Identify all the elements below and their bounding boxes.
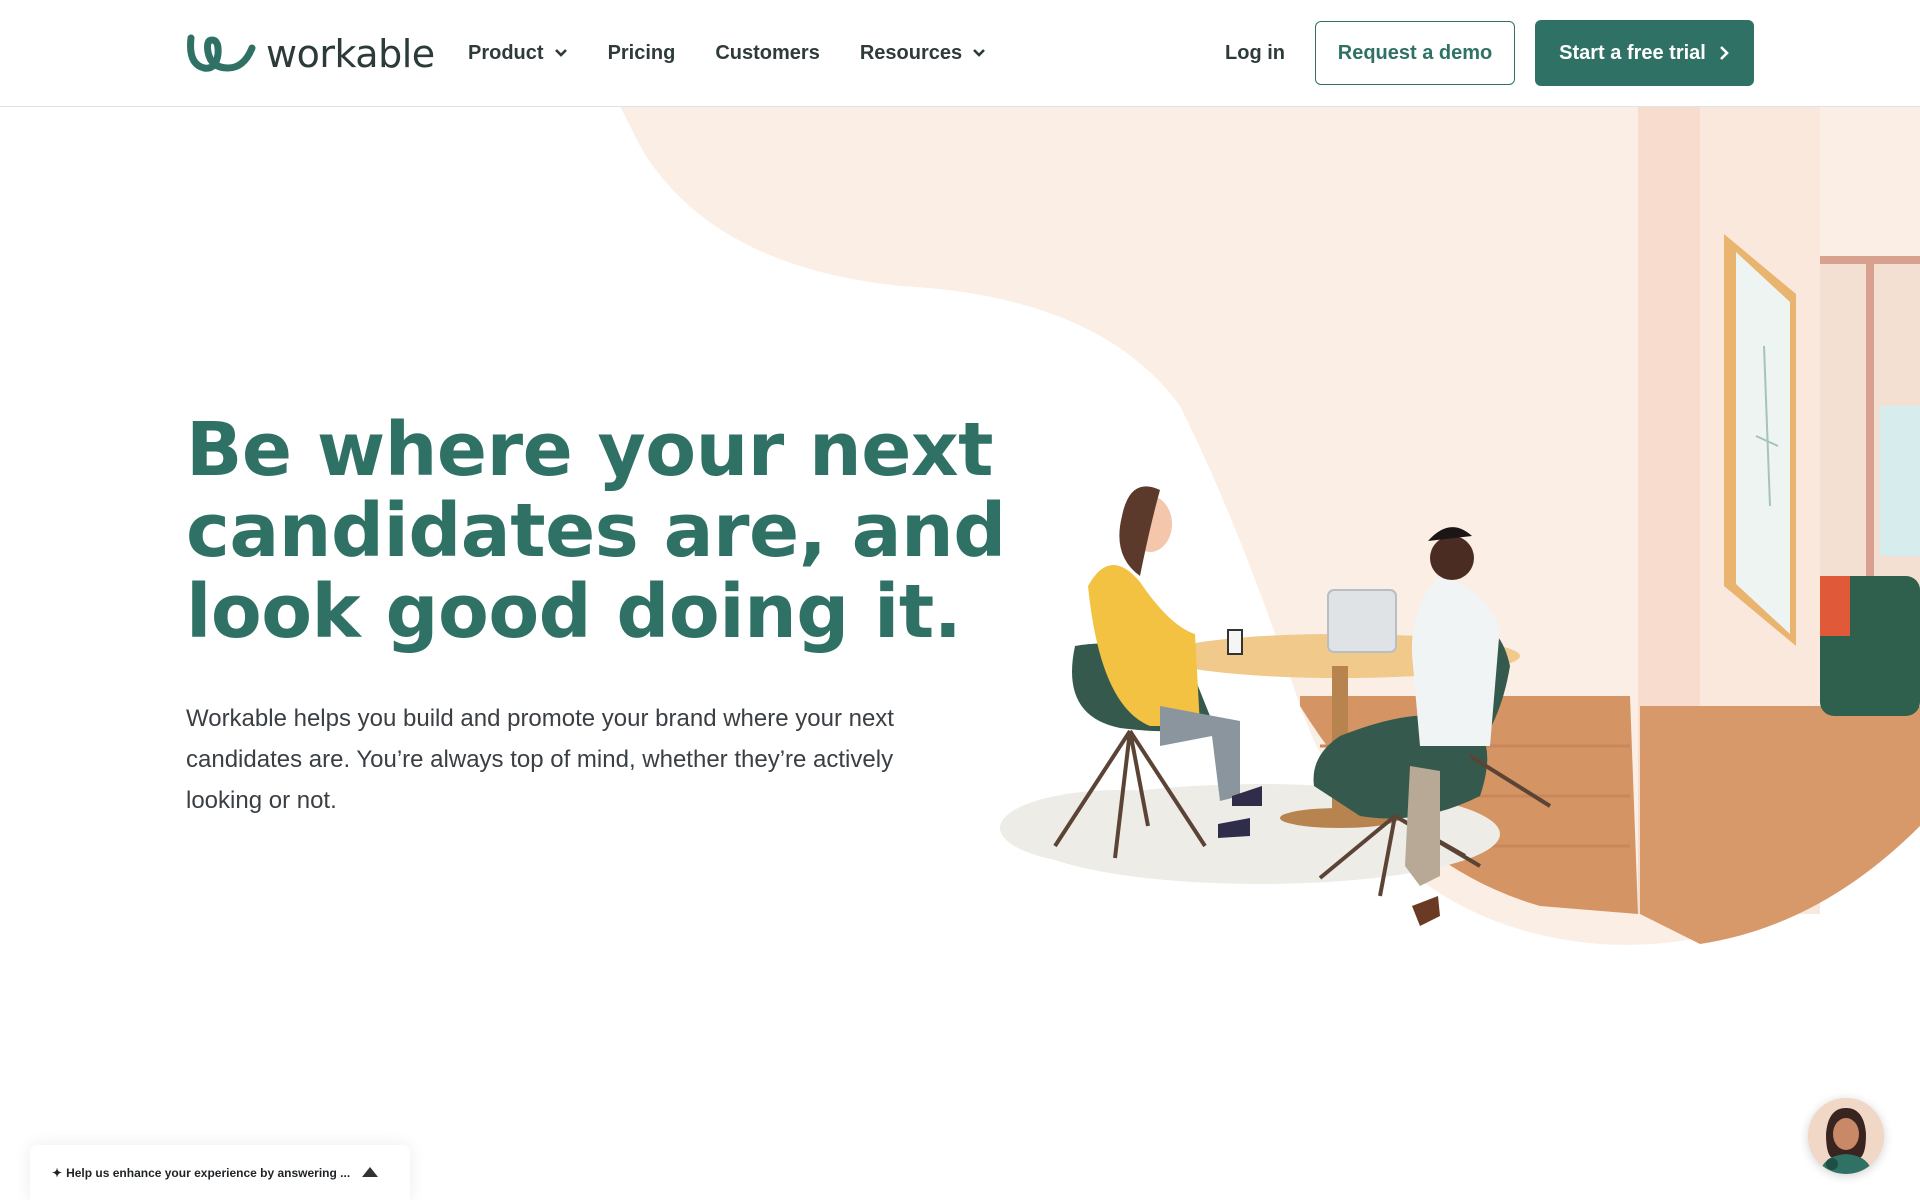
nav-pricing[interactable]: Pricing bbox=[608, 42, 676, 65]
feedback-widget[interactable]: ✦ Help us enhance your experience by ans… bbox=[30, 1145, 410, 1200]
nav-pricing-label: Pricing bbox=[607, 41, 676, 64]
nav-customers[interactable]: Customers bbox=[715, 42, 819, 65]
feedback-text: Help us enhance your experience by answe… bbox=[66, 1165, 351, 1180]
start-free-trial-label: Start a free trial bbox=[1559, 41, 1706, 64]
triangle-up-icon[interactable] bbox=[362, 1167, 378, 1177]
nav-resources[interactable]: Resources bbox=[860, 42, 986, 65]
nav-product[interactable]: Product bbox=[468, 42, 568, 65]
laptop bbox=[1327, 589, 1397, 653]
nav-resources-label: Resources bbox=[859, 41, 963, 64]
workable-logo-icon bbox=[187, 34, 256, 72]
start-free-trial-button[interactable]: Start a free trial bbox=[1535, 20, 1754, 86]
workable-logo[interactable]: workable bbox=[186, 30, 435, 78]
chat-agent-avatar[interactable] bbox=[1808, 1098, 1884, 1174]
main-nav: Product Pricing Customers Resources bbox=[468, 0, 1026, 106]
login-link[interactable]: Log in bbox=[1225, 42, 1285, 65]
chevron-right-icon bbox=[1719, 46, 1729, 60]
sparkle-icon: ✦ bbox=[52, 1165, 63, 1180]
site-header: workable Product Pricing Customers Resou… bbox=[0, 0, 1920, 107]
hero-headline: Be where your next candidates are, and l… bbox=[186, 407, 1006, 655]
nav-product-label: Product bbox=[468, 41, 544, 64]
request-demo-button[interactable]: Request a demo bbox=[1315, 21, 1515, 85]
coffee-cup bbox=[1227, 629, 1243, 655]
hero-subtext: Workable helps you build and promote you… bbox=[186, 705, 894, 814]
nav-customers-label: Customers bbox=[715, 41, 820, 64]
chevron-down-icon bbox=[554, 49, 567, 57]
logo-text: workable bbox=[266, 32, 435, 76]
chevron-down-icon bbox=[973, 49, 986, 57]
header-actions: Log in Request a demo Start a free trial bbox=[1225, 0, 1754, 106]
agent-portrait-icon bbox=[1808, 1098, 1884, 1174]
